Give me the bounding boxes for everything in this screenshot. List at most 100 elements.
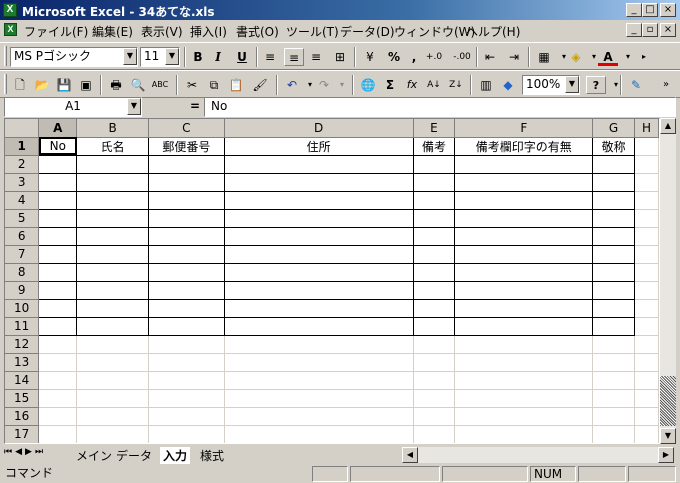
sheet-tab-main[interactable]: メイン	[76, 447, 112, 464]
merge-center-icon[interactable]: ⊞	[330, 48, 350, 66]
doc-restore-button[interactable]: ▫	[642, 23, 658, 37]
cell[interactable]	[148, 353, 225, 372]
increase-decimal-button[interactable]: +.0	[424, 48, 444, 66]
align-center-icon[interactable]: ≡	[284, 48, 304, 66]
row-header[interactable]: 7	[5, 245, 40, 264]
cell[interactable]	[76, 226, 149, 246]
cell[interactable]	[412, 244, 456, 264]
title-bar[interactable]: X Microsoft Excel - 34あてな.xls _ □ ×	[0, 0, 680, 20]
menu-help[interactable]: ヘルプ(H)	[466, 23, 520, 40]
redo-icon[interactable]: ↷	[314, 76, 334, 94]
cell[interactable]	[147, 226, 225, 246]
cell[interactable]	[223, 190, 414, 210]
cell[interactable]	[148, 371, 225, 390]
currency-icon[interactable]: ¥	[360, 48, 380, 66]
decrease-decimal-button[interactable]: -.00	[452, 48, 472, 66]
cell[interactable]	[634, 299, 659, 318]
print-icon[interactable]: 🖶	[106, 76, 126, 94]
cell[interactable]	[223, 298, 414, 318]
cell[interactable]	[454, 154, 594, 174]
font-color-button[interactable]: A	[598, 48, 618, 66]
sheet-tab-data[interactable]: データ	[116, 447, 152, 464]
column-header[interactable]: E	[413, 119, 456, 138]
chevron-down-icon[interactable]: ▼	[165, 48, 179, 65]
cell[interactable]	[454, 226, 594, 246]
row-header[interactable]: 16	[5, 407, 40, 426]
cell[interactable]	[454, 172, 594, 192]
cell[interactable]	[223, 226, 414, 246]
row-header[interactable]: 14	[5, 371, 40, 390]
scroll-down-icon[interactable]: ▼	[660, 428, 676, 444]
percent-button[interactable]: %	[384, 48, 404, 66]
row-header[interactable]: 9	[5, 281, 40, 300]
chevron-down-icon[interactable]: ▾	[332, 76, 352, 94]
cell[interactable]	[454, 371, 594, 390]
cell[interactable]	[38, 280, 78, 300]
cell[interactable]	[634, 353, 659, 372]
menu-window[interactable]: ウィンドウ(W)	[394, 23, 475, 40]
row-header[interactable]: 4	[5, 191, 40, 210]
cell[interactable]	[147, 208, 225, 228]
cell[interactable]	[412, 208, 456, 228]
column-header[interactable]: A	[38, 119, 78, 138]
cell[interactable]	[592, 335, 636, 354]
cell[interactable]	[147, 316, 225, 336]
cell[interactable]	[454, 316, 594, 336]
cell[interactable]	[592, 172, 636, 192]
spelling-icon[interactable]: ABC	[150, 76, 170, 94]
cell[interactable]	[76, 353, 149, 372]
cell[interactable]: 敬称	[592, 136, 636, 156]
select-all-corner[interactable]	[5, 119, 40, 138]
sheet-tab-input[interactable]: 入力	[160, 447, 191, 464]
menu-format[interactable]: 書式(O)	[236, 23, 279, 40]
cell[interactable]	[412, 262, 456, 282]
row-header[interactable]: 2	[5, 155, 40, 174]
cell[interactable]	[223, 172, 414, 192]
cell[interactable]	[412, 226, 456, 246]
cell[interactable]	[454, 425, 594, 443]
cell[interactable]: 氏名	[76, 136, 149, 156]
cell[interactable]	[224, 389, 414, 408]
row-header[interactable]: 10	[5, 299, 40, 318]
menu-tools[interactable]: ツール(T)	[286, 23, 339, 40]
cell[interactable]	[38, 226, 78, 246]
row-header[interactable]: 13	[5, 353, 40, 372]
cell[interactable]	[412, 172, 456, 192]
assistant-icon[interactable]: ✎	[626, 76, 646, 94]
tab-scroll-icons[interactable]: ⏮◀▶⏭	[4, 447, 46, 457]
scroll-track[interactable]	[660, 376, 676, 426]
chart-wizard-icon[interactable]: ▥	[476, 76, 496, 94]
save-icon[interactable]: 💾	[54, 76, 74, 94]
row-header[interactable]: 11	[5, 317, 40, 336]
cell[interactable]	[413, 353, 456, 372]
scroll-left-icon[interactable]: ◀	[402, 447, 418, 463]
chevron-down-icon[interactable]: ▾	[606, 76, 626, 94]
increase-indent-icon[interactable]: ⇥	[504, 48, 524, 66]
italic-button[interactable]: I	[208, 48, 228, 66]
cell[interactable]	[634, 371, 659, 390]
cell[interactable]	[223, 262, 414, 282]
cell[interactable]	[412, 280, 456, 300]
row-header[interactable]: 5	[5, 209, 40, 228]
row-header[interactable]: 12	[5, 335, 40, 354]
minimize-button[interactable]: _	[626, 3, 642, 17]
cell[interactable]	[76, 298, 149, 318]
cell[interactable]	[412, 190, 456, 210]
cell[interactable]	[38, 353, 78, 372]
cell[interactable]	[76, 389, 149, 408]
cell[interactable]: No	[38, 136, 78, 156]
cell[interactable]	[76, 154, 149, 174]
cell[interactable]	[454, 407, 594, 426]
toolbar-options-icon[interactable]: ▸	[634, 48, 654, 66]
cell[interactable]	[634, 227, 659, 246]
cell[interactable]	[38, 371, 78, 390]
cell[interactable]	[454, 353, 594, 372]
cell[interactable]	[592, 407, 636, 426]
formula-input[interactable]: No	[204, 97, 676, 117]
cell[interactable]	[76, 425, 149, 443]
cell[interactable]	[592, 425, 636, 443]
comma-button[interactable]: ,	[404, 48, 424, 66]
cell[interactable]	[76, 335, 149, 354]
borders-icon[interactable]: ▦	[534, 48, 554, 66]
maximize-button[interactable]: □	[642, 3, 658, 17]
